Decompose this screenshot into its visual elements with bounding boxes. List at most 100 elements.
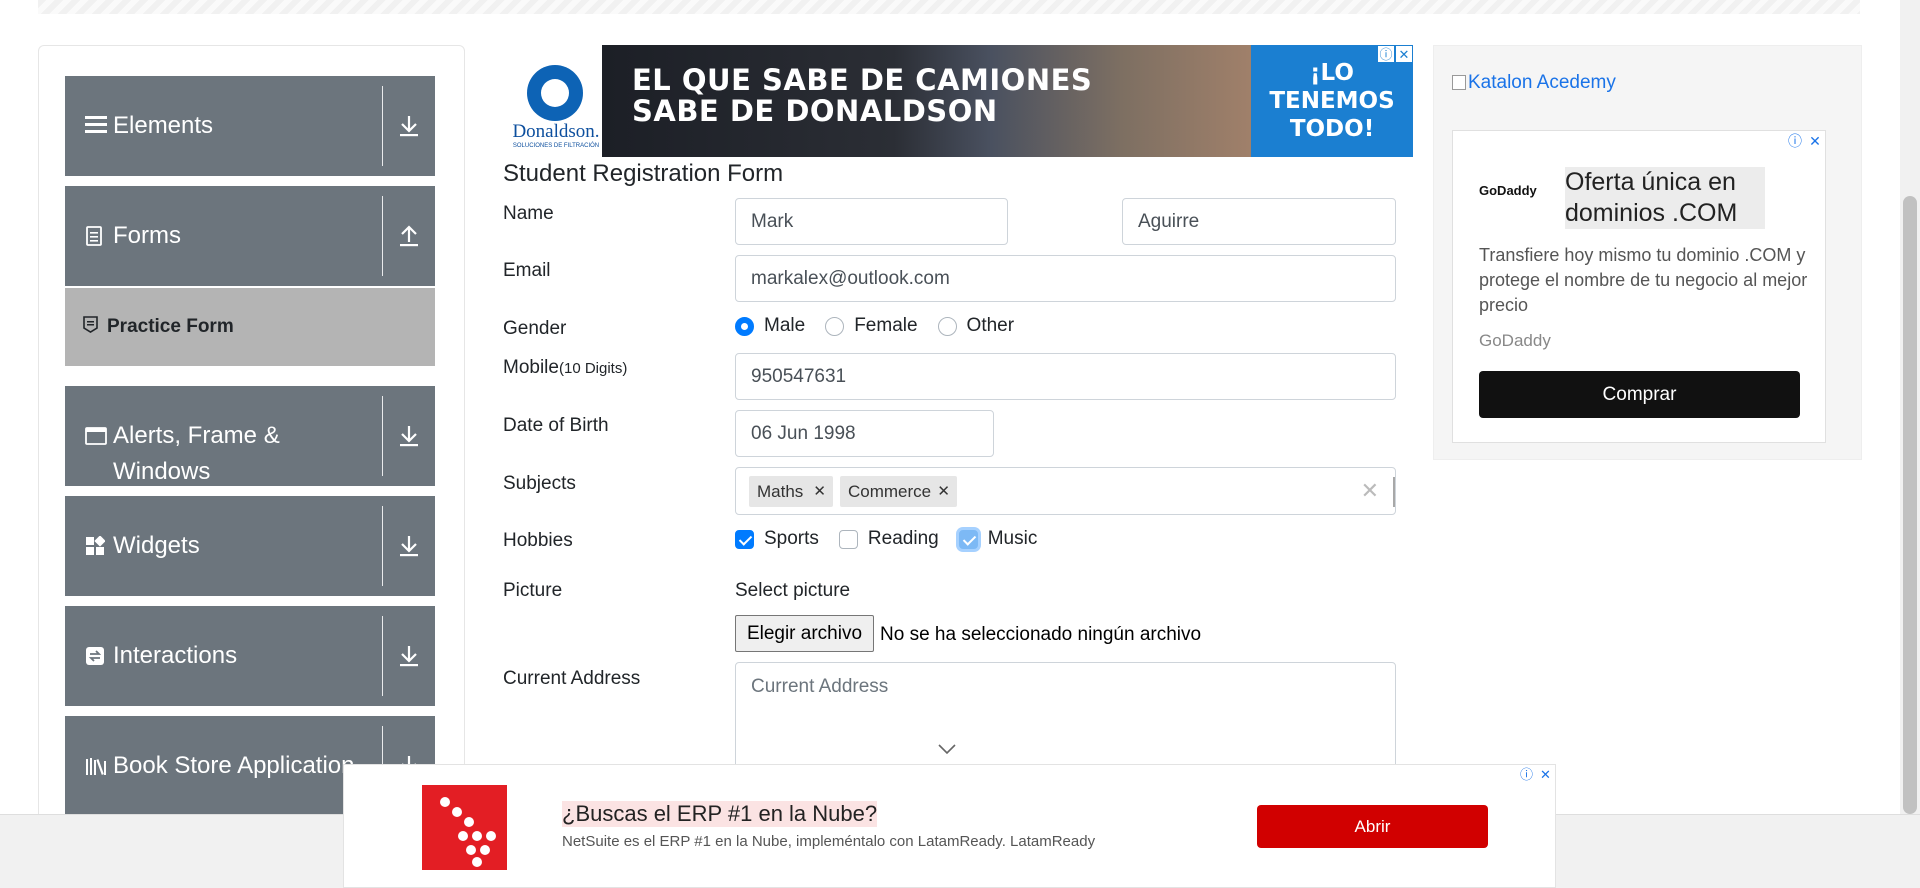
email-input[interactable]: markalex@outlook.com [735, 255, 1396, 302]
close-icon[interactable]: ✕ [1395, 45, 1413, 63]
close-icon[interactable]: ✕ [1536, 765, 1555, 784]
radio-button[interactable] [735, 316, 754, 336]
ad-badges: ⓘ ✕ [1517, 765, 1555, 784]
donaldson-logo: Donaldson. SOLUCIONES DE FILTRACIÓN [510, 45, 602, 157]
form-title: Student Registration Form [503, 160, 784, 187]
window-icon [85, 426, 107, 450]
right-sidebar-ad[interactable]: Katalon Acedemy ⓘ ✕ GoDaddy Oferta única… [1433, 45, 1862, 460]
ad-brand: GoDaddy [1479, 331, 1551, 350]
ad-headline-line: EL QUE SABE DE CAMIONES [632, 63, 1093, 97]
checkbox[interactable] [838, 529, 858, 549]
ad-title[interactable]: Oferta única en dominios .COM [1565, 167, 1765, 229]
gender-option-male[interactable]: Male [735, 315, 805, 337]
netsuite-logo [422, 785, 507, 870]
first-name-input[interactable]: Mark [735, 198, 1008, 245]
mobile-label: Mobile(10 Digits) [503, 357, 627, 379]
nav-group-forms[interactable]: Forms [65, 186, 435, 286]
broken-image-alt: Katalon Acedemy [1468, 72, 1616, 93]
hobbies-label: Hobbies [503, 530, 573, 551]
comprar-button[interactable]: Comprar [1479, 371, 1800, 418]
download-arrow-icon[interactable] [393, 640, 425, 672]
nav-divider [382, 396, 383, 476]
scrollbar-thumb[interactable] [1903, 196, 1917, 814]
subjects-label: Subjects [503, 473, 576, 494]
radio-label: Female [854, 315, 918, 336]
bottom-sticky-ad[interactable]: ⓘ ✕ ¿Buscas el ERP #1 en la Nube? NetSui… [343, 764, 1556, 888]
remove-chip-icon[interactable]: ✕ [813, 476, 826, 507]
sidebar-item-practice-form[interactable]: Practice Form [65, 288, 435, 366]
hobbies-checkbox-group: Sports Reading Music [735, 528, 1057, 550]
ad-cta-line: TENEMOS [1269, 88, 1395, 114]
subject-chip-label: Maths [757, 482, 804, 501]
picture-label: Picture [503, 580, 563, 601]
subject-chip-label: Commerce [848, 482, 932, 501]
checkbox-label: Reading [867, 528, 939, 549]
ad-badges: ⓘ ✕ [1785, 131, 1825, 151]
mobile-input[interactable]: 950547631 [735, 353, 1396, 400]
dob-label: Date of Birth [503, 415, 609, 436]
mobile-label-text: Mobile [503, 357, 559, 378]
date-of-birth-input[interactable]: 06 Jun 1998 [735, 410, 994, 457]
gender-option-female[interactable]: Female [825, 315, 918, 337]
nav-group-label: Forms [113, 222, 181, 249]
clear-all-icon[interactable]: ✕ [1361, 478, 1379, 504]
subject-chip: Commerce ✕ [840, 476, 957, 507]
godaddy-ad[interactable]: ⓘ ✕ GoDaddy Oferta única en dominios .CO… [1452, 130, 1826, 443]
select-picture-caption: Select picture [735, 580, 851, 601]
radio-button[interactable] [937, 316, 957, 336]
katalon-image-link[interactable]: Katalon Acedemy [1452, 72, 1616, 94]
document-icon [85, 226, 103, 250]
mobile-hint: (10 Digits) [558, 360, 628, 377]
current-address-textarea[interactable]: Current Address [735, 662, 1396, 772]
checkbox[interactable] [958, 529, 978, 549]
close-icon[interactable]: ✕ [1805, 131, 1825, 151]
download-arrow-icon[interactable] [393, 530, 425, 562]
hobby-option-sports[interactable]: Sports [735, 528, 819, 550]
choose-file-button[interactable]: Elegir archivo [735, 615, 874, 652]
email-label: Email [503, 260, 551, 281]
logo-text: Donaldson. [512, 121, 600, 142]
gender-radio-group: Male Female Other [735, 315, 1034, 337]
gender-label: Gender [503, 318, 567, 339]
ad-badges: ⓘ ✕ [1377, 45, 1413, 63]
ad-title[interactable]: ¿Buscas el ERP #1 en la Nube? [562, 801, 878, 827]
remove-chip-icon[interactable]: ✕ [937, 476, 950, 507]
subjects-input[interactable]: Maths ✕ Commerce ✕ ✕ [735, 467, 1396, 515]
info-icon[interactable]: ⓘ [1377, 45, 1395, 63]
hamburger-icon [85, 115, 107, 139]
nav-divider [382, 196, 383, 276]
checkbox-label: Sports [764, 528, 819, 549]
nav-group-interactions[interactable]: Interactions [65, 606, 435, 706]
logo-subtitle: SOLUCIONES DE FILTRACIÓN [512, 143, 600, 149]
nav-group-alerts-frame-windows[interactable]: Alerts, Frame & Windows [65, 386, 435, 486]
nav-group-widgets[interactable]: Widgets [65, 496, 435, 596]
checkbox-label: Music [987, 528, 1038, 549]
nav-divider [382, 616, 383, 696]
checkbox[interactable] [735, 529, 754, 549]
top-banner-ad[interactable]: Donaldson. SOLUCIONES DE FILTRACIÓN EL Q… [510, 45, 1413, 157]
ad-headline-line: SABE DE DONALDSON [632, 94, 998, 128]
subjects-separator [1393, 477, 1395, 507]
last-name-input[interactable]: Aguirre [1122, 198, 1396, 245]
radio-button[interactable] [825, 316, 845, 336]
info-icon[interactable]: ⓘ [1517, 765, 1536, 784]
hobby-option-music[interactable]: Music [958, 528, 1038, 550]
download-arrow-icon[interactable] [393, 420, 425, 452]
ad-cta: ¡LO TENEMOS TODO! [1251, 59, 1413, 143]
sidebar-item-label: Practice Form [107, 316, 234, 337]
abrir-button[interactable]: Abrir [1257, 805, 1488, 848]
ad-body: Transfiere hoy mismo tu dominio .COM y p… [1479, 245, 1808, 315]
info-icon[interactable]: ⓘ [1785, 131, 1805, 151]
page-scrollbar[interactable] [1900, 0, 1920, 814]
download-arrow-icon[interactable] [393, 110, 425, 142]
gender-option-other[interactable]: Other [937, 315, 1014, 337]
nav-group-elements[interactable]: Elements [65, 76, 435, 176]
ad-description: NetSuite es el ERP #1 en la Nube, implem… [562, 833, 1096, 850]
ad-cta-line: TODO! [1289, 116, 1375, 142]
left-navigation-panel: Elements Forms Practice Form Alerts, Fra… [38, 45, 465, 825]
hobby-option-reading[interactable]: Reading [838, 528, 939, 550]
chevron-down-icon[interactable] [937, 742, 957, 758]
ad-image: EL QUE SABE DE CAMIONES SABE DE DONALDSO… [602, 45, 1251, 157]
upload-arrow-icon[interactable] [393, 220, 425, 252]
interactions-icon [85, 646, 105, 670]
